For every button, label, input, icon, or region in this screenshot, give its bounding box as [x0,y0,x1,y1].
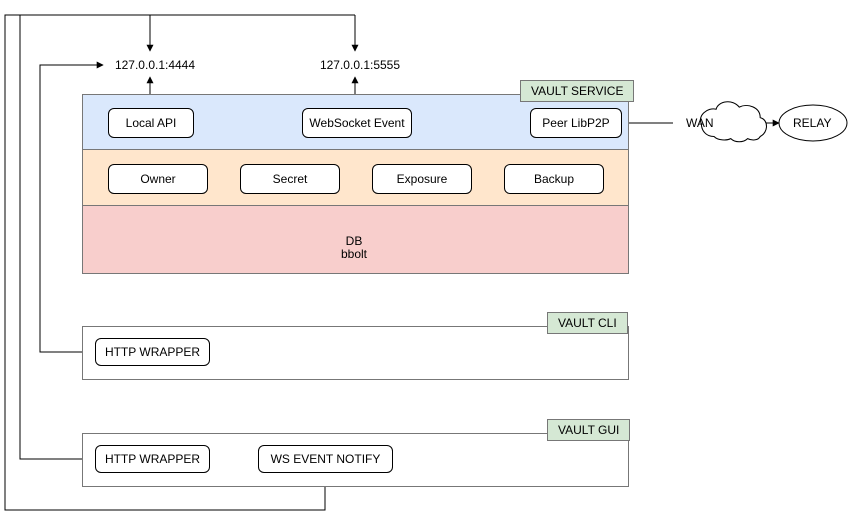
cli-tag: VAULT CLI [547,312,628,334]
wan-label: WAN [686,116,714,130]
secret-box: Secret [240,164,340,194]
address-ws-label: 127.0.0.1:5555 [315,58,405,72]
local-api-box: Local API [108,108,194,138]
db-cylinder-label: DB bbolt [330,235,378,261]
db-line2: bbolt [341,247,367,261]
websocket-event-box: WebSocket Event [302,108,412,138]
service-tag: VAULT SERVICE [520,80,634,102]
owner-box: Owner [108,164,208,194]
gui-ws-notify-box: WS EVENT NOTIFY [258,445,393,473]
relay-label: RELAY [793,116,831,130]
backup-box: Backup [504,164,604,194]
cli-http-wrapper-box: HTTP WRAPPER [95,338,210,366]
gui-tag: VAULT GUI [547,419,630,441]
exposure-box: Exposure [372,164,472,194]
db-line1: DB [346,234,363,248]
address-api-label: 127.0.0.1:4444 [110,58,200,72]
gui-http-wrapper-box: HTTP WRAPPER [95,445,210,473]
peer-libp2p-box: Peer LibP2P [530,108,622,138]
